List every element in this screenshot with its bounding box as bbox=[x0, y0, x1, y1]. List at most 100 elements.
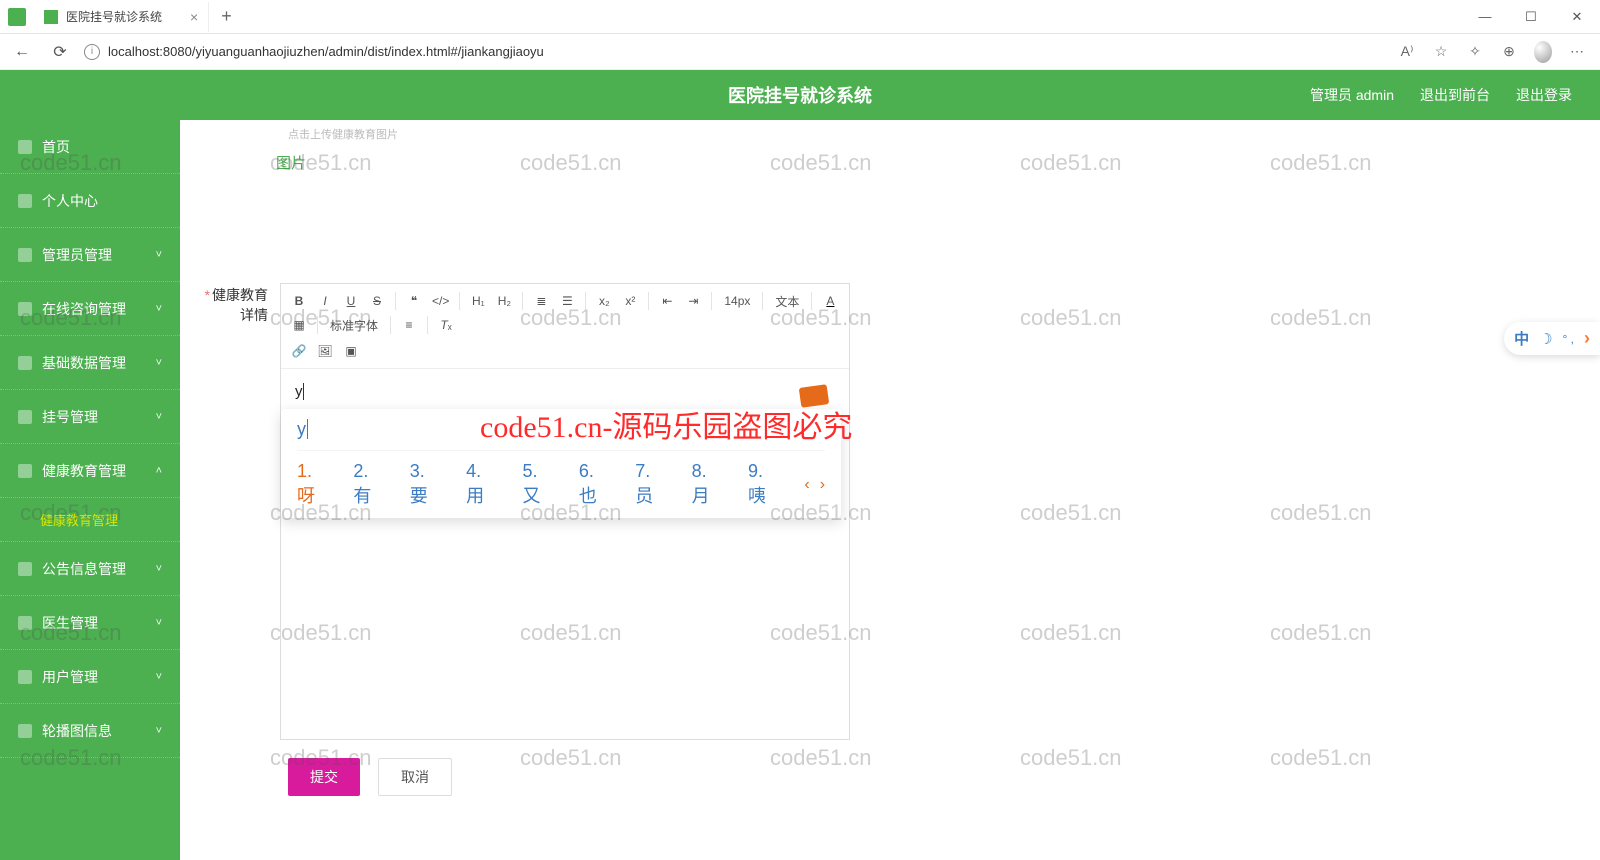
read-aloud-icon[interactable]: A⁾ bbox=[1398, 43, 1416, 60]
book-icon bbox=[18, 464, 32, 478]
sidebar-item-label: 首页 bbox=[42, 137, 70, 157]
ol-button[interactable]: ≣ bbox=[529, 290, 553, 312]
window-close-button[interactable]: ✕ bbox=[1554, 9, 1600, 25]
sidebar-item-notice[interactable]: 公告信息管理 ˅ bbox=[0, 542, 180, 596]
image-button[interactable]: 🖼 bbox=[313, 340, 337, 362]
sidebar-item-label: 用户管理 bbox=[42, 667, 98, 687]
font-color-button[interactable]: A bbox=[818, 290, 842, 312]
h2-button[interactable]: H₂ bbox=[492, 290, 516, 312]
exit-front-link[interactable]: 退出到前台 bbox=[1420, 85, 1490, 105]
chevron-up-icon: ˄ bbox=[156, 465, 162, 477]
sidebar-item-users[interactable]: 用户管理 ˅ bbox=[0, 650, 180, 704]
quote-button[interactable]: ❝ bbox=[402, 290, 426, 312]
ime-next-button[interactable]: › bbox=[820, 476, 825, 494]
detail-label: *健康教育详情 bbox=[198, 283, 268, 325]
sidebar-sub-health-edu[interactable]: 健康教育管理 bbox=[0, 498, 180, 542]
indent-button[interactable]: ⇥ bbox=[681, 290, 705, 312]
sidebar-sub-label: 健康教育管理 bbox=[40, 510, 118, 529]
sidebar-item-basicdata[interactable]: 基础数据管理˅ bbox=[0, 336, 180, 390]
profile-avatar[interactable] bbox=[1534, 41, 1552, 63]
refresh-button[interactable]: ⟳ bbox=[46, 38, 74, 66]
h1-button[interactable]: H₁ bbox=[466, 290, 490, 312]
sub-button[interactable]: x₂ bbox=[592, 290, 616, 312]
ime-candidate-5[interactable]: 5.又 bbox=[523, 461, 557, 508]
strike-button[interactable]: S bbox=[365, 290, 389, 312]
sup-button[interactable]: x² bbox=[618, 290, 642, 312]
chevron-down-icon: ˅ bbox=[156, 249, 162, 261]
ticket-icon bbox=[18, 410, 32, 424]
ime-candidate-8[interactable]: 8.月 bbox=[692, 461, 726, 508]
underline-button[interactable]: U bbox=[339, 290, 363, 312]
sidebar-item-label: 轮播图信息 bbox=[42, 721, 112, 741]
ime-candidate-9[interactable]: 9.咦 bbox=[748, 461, 782, 508]
sidebar-item-register[interactable]: 挂号管理 ˅ bbox=[0, 390, 180, 444]
content-area: 点击上传健康教育图片 图片 *健康教育详情 B I U S ❝ </> H₁ H… bbox=[180, 120, 1600, 860]
star-icon[interactable]: ☆ bbox=[1432, 43, 1450, 60]
sidebar-item-label: 公告信息管理 bbox=[42, 559, 126, 579]
sidebar-item-consult[interactable]: 在线咨询管理˅ bbox=[0, 282, 180, 336]
ime-candidate-7[interactable]: 7.员 bbox=[635, 461, 669, 508]
editor-textarea[interactable]: y y 1.呀 2.有 3.要 4.用 5.又 6.也 7.员 8.月 9 bbox=[281, 369, 849, 739]
moon-icon: ☽ bbox=[1539, 330, 1552, 348]
favorites-icon[interactable]: ✧ bbox=[1466, 43, 1484, 60]
tab-close-icon[interactable]: × bbox=[190, 9, 198, 25]
sidebar-item-admin[interactable]: 管理员管理 ˅ bbox=[0, 228, 180, 282]
sidebar-item-health-edu[interactable]: 健康教育管理˄ bbox=[0, 444, 180, 498]
bg-color-button[interactable]: ▦ bbox=[287, 314, 311, 336]
upload-tip: 点击上传健康教育图片 bbox=[288, 126, 1582, 142]
ime-expand-arrow: › bbox=[1584, 328, 1590, 349]
back-button[interactable]: ← bbox=[8, 38, 36, 66]
ime-prev-button[interactable]: ‹ bbox=[804, 476, 809, 494]
chevron-down-icon: ˅ bbox=[156, 357, 162, 369]
more-icon[interactable]: ⋯ bbox=[1568, 43, 1586, 60]
site-info-icon[interactable]: i bbox=[84, 44, 100, 60]
ul-button[interactable]: ☰ bbox=[555, 290, 579, 312]
clear-format-button[interactable]: Tₓ bbox=[434, 314, 458, 336]
cancel-button[interactable]: 取消 bbox=[378, 758, 452, 796]
doctor-icon bbox=[18, 616, 32, 630]
window-minimize-button[interactable]: — bbox=[1462, 9, 1508, 25]
font-type-select[interactable]: 文本 bbox=[769, 290, 805, 312]
browser-tab[interactable]: 医院挂号就诊系统 × bbox=[34, 2, 209, 32]
url-field[interactable]: i localhost:8080/yiyuanguanhaojiuzhen/ad… bbox=[84, 44, 1388, 60]
chevron-down-icon: ˅ bbox=[156, 563, 162, 575]
align-button[interactable]: ≡ bbox=[397, 314, 421, 336]
code-button[interactable]: </> bbox=[428, 290, 453, 312]
ime-candidate-2[interactable]: 2.有 bbox=[353, 461, 387, 508]
browser-addressbar: ← ⟳ i localhost:8080/yiyuanguanhaojiuzhe… bbox=[0, 34, 1600, 70]
bold-button[interactable]: B bbox=[287, 290, 311, 312]
italic-button[interactable]: I bbox=[313, 290, 337, 312]
sidebar-item-profile[interactable]: 个人中心 bbox=[0, 174, 180, 228]
sidebar-item-home[interactable]: 首页 bbox=[0, 120, 180, 174]
sidebar-item-doctor[interactable]: 医生管理˅ bbox=[0, 596, 180, 650]
logout-link[interactable]: 退出登录 bbox=[1516, 85, 1572, 105]
chevron-down-icon: ˅ bbox=[156, 671, 162, 683]
link-button[interactable]: 🔗 bbox=[287, 340, 311, 362]
sidebar-item-label: 挂号管理 bbox=[42, 407, 98, 427]
window-maximize-button[interactable]: ☐ bbox=[1508, 9, 1554, 25]
sidebar-item-carousel[interactable]: 轮播图信息˅ bbox=[0, 704, 180, 758]
collections-icon[interactable]: ⊕ bbox=[1500, 43, 1518, 60]
ime-candidate-6[interactable]: 6.也 bbox=[579, 461, 613, 508]
image-label: 图片 bbox=[276, 152, 1582, 173]
video-button[interactable]: ▣ bbox=[339, 340, 363, 362]
favicon-icon bbox=[44, 10, 58, 24]
outdent-button[interactable]: ⇤ bbox=[655, 290, 679, 312]
font-family-select[interactable]: 标准字体 bbox=[324, 314, 384, 336]
ime-candidate-3[interactable]: 3.要 bbox=[410, 461, 444, 508]
submit-button[interactable]: 提交 bbox=[288, 758, 360, 796]
ime-candidate-4[interactable]: 4.用 bbox=[466, 461, 500, 508]
editor-typed-text: y bbox=[295, 383, 303, 400]
sidebar-item-label: 在线咨询管理 bbox=[42, 299, 126, 319]
sidebar-item-label: 管理员管理 bbox=[42, 245, 112, 265]
new-tab-button[interactable]: + bbox=[209, 6, 244, 27]
image-icon bbox=[18, 724, 32, 738]
font-size-select[interactable]: 14px bbox=[718, 290, 756, 312]
ime-status-tab[interactable]: 中 ☽ ° , › bbox=[1504, 322, 1600, 355]
chat-icon bbox=[18, 302, 32, 316]
chevron-down-icon: ˅ bbox=[156, 411, 162, 423]
app-header: 医院挂号就诊系统 管理员 admin 退出到前台 退出登录 bbox=[0, 70, 1600, 120]
url-text: localhost:8080/yiyuanguanhaojiuzhen/admi… bbox=[108, 44, 544, 59]
ime-candidate-1[interactable]: 1.呀 bbox=[297, 461, 331, 508]
user-label[interactable]: 管理员 admin bbox=[1310, 85, 1394, 105]
